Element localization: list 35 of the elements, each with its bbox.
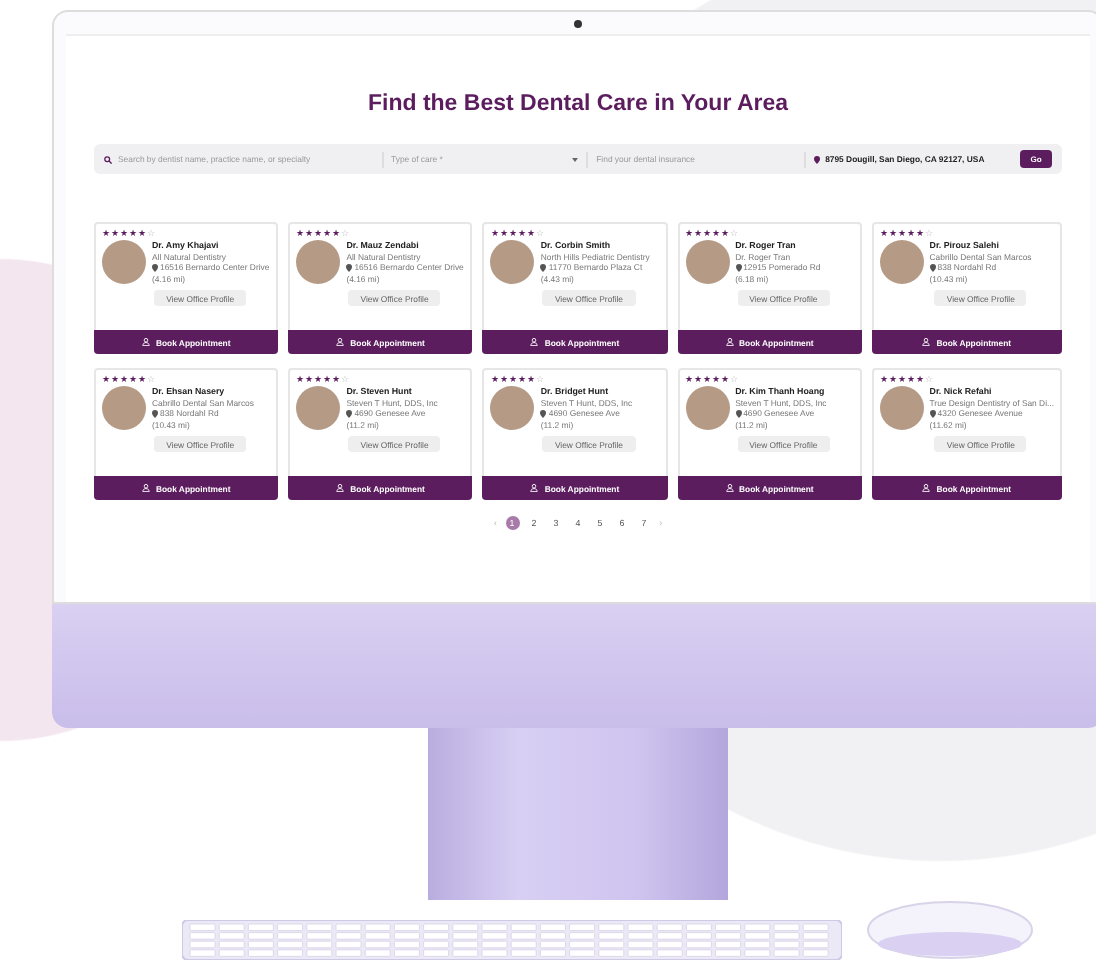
photo-placeholder (296, 386, 341, 430)
person-icon (141, 484, 150, 492)
person-icon (922, 484, 931, 492)
pin-icon (540, 409, 547, 418)
search-icon (104, 155, 112, 163)
page-title: Find the Best Dental Care in Your Area (367, 92, 789, 116)
pin-icon (152, 263, 158, 272)
person-icon (530, 484, 539, 492)
pin-icon (929, 263, 936, 272)
person-icon (530, 338, 539, 346)
camera-dot (574, 20, 582, 28)
pin-icon (929, 409, 936, 418)
person-icon (725, 484, 734, 492)
photo-placeholder (296, 240, 341, 284)
pin-icon (735, 409, 742, 418)
person-icon (336, 338, 345, 346)
photo-placeholder (102, 240, 146, 284)
person-icon (336, 484, 345, 492)
photo-placeholder (879, 386, 924, 430)
photo-placeholder (685, 240, 730, 284)
pin-icon (346, 263, 353, 272)
pin-icon (152, 409, 158, 418)
person-icon (141, 338, 150, 346)
person-icon (922, 338, 931, 346)
caret-icon (572, 157, 579, 161)
photo-placeholder (685, 386, 730, 430)
photo-placeholder (490, 240, 535, 284)
pin-icon (346, 409, 353, 418)
pin-icon (735, 263, 742, 272)
photo-placeholder (490, 386, 535, 430)
pin-icon (813, 155, 820, 163)
pin-icon (540, 263, 547, 272)
person-icon (725, 338, 734, 346)
photo-placeholder (879, 240, 924, 284)
photo-placeholder (102, 386, 146, 430)
